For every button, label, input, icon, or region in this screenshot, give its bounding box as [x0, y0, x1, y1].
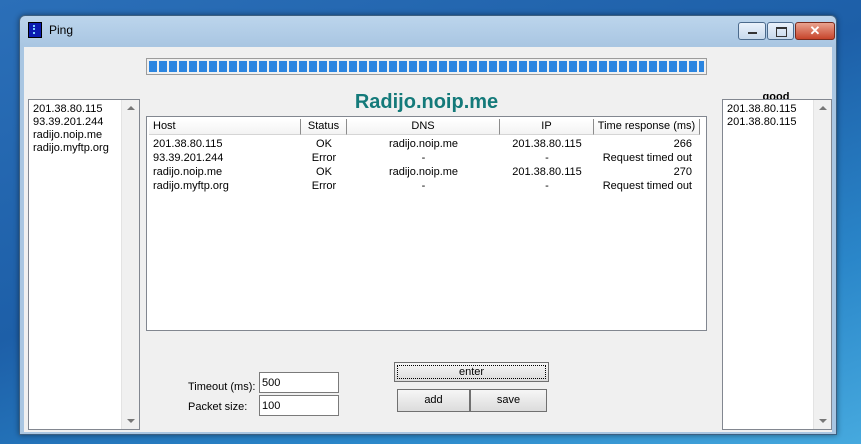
cell-host: radijo.noip.me [153, 166, 223, 178]
list-item[interactable]: 201.38.80.115 [727, 116, 813, 129]
timeout-input[interactable] [259, 372, 339, 393]
good-listbox[interactable]: 201.38.80.115 201.38.80.115 [722, 99, 832, 430]
table-row[interactable]: 201.38.80.115 OK radijo.noip.me 201.38.80.1… [149, 137, 704, 151]
good-list-items: 201.38.80.115 201.38.80.115 [727, 103, 813, 129]
cell-time-response: Request timed out [602, 152, 692, 164]
cell-time-response: 270 [673, 166, 692, 178]
ping-app-icon [28, 22, 42, 38]
page-title: Radijo.noip.me [354, 91, 499, 113]
cell-status: OK [316, 166, 332, 178]
enter-button[interactable]: enter [394, 362, 549, 382]
window-title: Ping [49, 23, 74, 37]
cell-host: 201.38.80.115 [153, 138, 223, 150]
column-dns[interactable]: DNS [347, 119, 500, 135]
minimize-button[interactable] [738, 22, 766, 40]
close-button[interactable]: ✕ [795, 22, 835, 40]
cell-time-response: Request timed out [602, 180, 692, 192]
cell-status: Error [311, 180, 337, 192]
table-header: Host Status DNS IP Time response (ms) [149, 119, 704, 136]
scroll-down-icon[interactable] [127, 419, 135, 423]
add-button[interactable]: add [397, 389, 470, 412]
column-ip[interactable]: IP [500, 119, 594, 135]
column-host[interactable]: Host [149, 119, 301, 135]
scroll-up-icon[interactable] [127, 106, 135, 110]
good-scrollbar[interactable] [813, 100, 831, 429]
save-button[interactable]: save [470, 389, 547, 412]
cell-host: radijo.myftp.org [153, 180, 229, 192]
packet-size-label: Packet size: [188, 401, 248, 413]
table-row[interactable]: radijo.noip.me OK radijo.noip.me 201.38.80.… [149, 165, 704, 179]
results-table[interactable]: Host Status DNS IP Time response (ms) 20… [146, 116, 707, 331]
list-item[interactable]: radijo.myftp.org [33, 142, 121, 155]
close-icon: ✕ [809, 23, 821, 38]
progress-bar [146, 58, 707, 75]
title-bar[interactable]: Ping ✕ [20, 16, 836, 46]
packet-size-input[interactable] [259, 395, 339, 416]
maximize-button[interactable] [767, 22, 794, 40]
hosts-listbox[interactable]: 201.38.80.115 93.39.201.244 radijo.noip.me… [28, 99, 140, 430]
minimize-icon [748, 32, 757, 34]
cell-ip: - [545, 180, 549, 192]
timeout-label: Timeout (ms): [188, 381, 256, 393]
cell-dns: - [421, 152, 426, 164]
cell-status: Error [311, 152, 337, 164]
cell-ip: 201.38.80.115 [512, 166, 582, 178]
cell-host: 93.39.201.244 [153, 152, 224, 164]
list-item[interactable]: 93.39.201.244 [33, 116, 121, 129]
cell-time-response: 266 [673, 138, 692, 150]
list-item[interactable]: 201.38.80.115 [727, 103, 813, 116]
column-status[interactable]: Status [301, 119, 347, 135]
scroll-up-icon[interactable] [819, 106, 827, 110]
progress-fill [149, 61, 704, 72]
scroll-down-icon[interactable] [819, 419, 827, 423]
column-time-response[interactable]: Time response (ms) [594, 119, 700, 135]
cell-status: OK [316, 138, 332, 150]
cell-ip: 201.38.80.115 [512, 138, 582, 150]
cell-dns: - [421, 180, 426, 192]
table-row[interactable]: radijo.myftp.org Error - - Request timed out [149, 179, 704, 193]
hosts-scrollbar[interactable] [121, 100, 139, 429]
table-body: 201.38.80.115 OK radijo.noip.me 201.38.80.1… [149, 137, 704, 193]
list-item[interactable]: radijo.noip.me [33, 129, 121, 142]
cell-dns: radijo.noip.me [388, 138, 459, 150]
client-area: Radijo.noip.me good 201.38.80.115 93.39.2… [24, 47, 832, 432]
hosts-list-items: 201.38.80.115 93.39.201.244 radijo.noip.me… [33, 103, 121, 155]
maximize-icon [776, 27, 787, 37]
table-row[interactable]: 93.39.201.244 Error - - Request timed out [149, 151, 704, 165]
list-item[interactable]: 201.38.80.115 [33, 103, 121, 116]
cell-ip: - [545, 152, 549, 164]
cell-dns: radijo.noip.me [388, 166, 459, 178]
ping-window: Ping ✕ Radijo.noip.me good 201.38.80.115… [19, 15, 837, 435]
